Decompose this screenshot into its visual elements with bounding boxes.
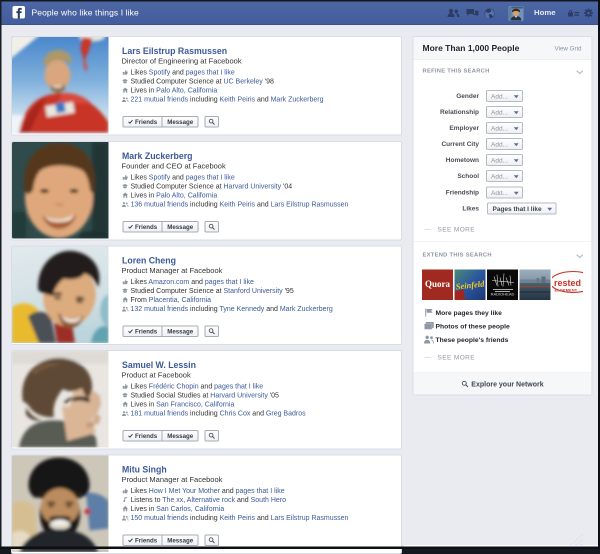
svg-text:ELOPMENT: ELOPMENT	[555, 289, 578, 293]
svg-text:RADIOHEAD: RADIOHEAD	[491, 292, 515, 297]
svg-text:rested: rested	[554, 278, 581, 288]
